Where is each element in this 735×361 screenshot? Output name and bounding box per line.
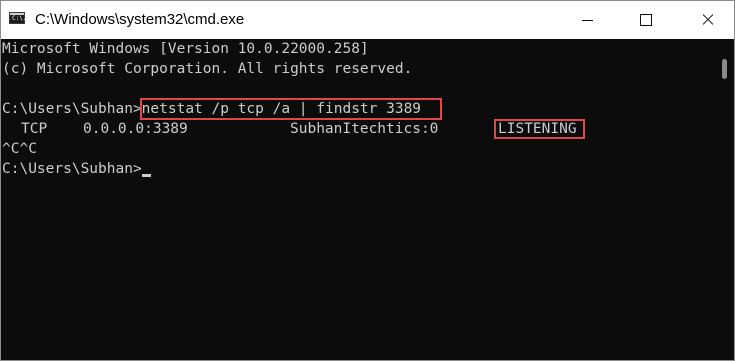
- state-highlight-box: [494, 119, 585, 139]
- vertical-scrollbar[interactable]: [715, 39, 734, 360]
- minimize-icon: [582, 20, 593, 21]
- result-local-address: 0.0.0.0:3389: [83, 121, 188, 137]
- cmd-app-icon[interactable]: C:\.: [9, 12, 27, 24]
- result-foreign-address: SubhanItechtics:0: [290, 121, 439, 137]
- title-bar[interactable]: C:\. C:\Windows\system32\cmd.exe: [1, 1, 734, 39]
- current-prompt-line[interactable]: C:\Users\Subhan>: [2, 159, 151, 179]
- prompt-text: C:\Users\Subhan>: [2, 161, 142, 177]
- maximize-button[interactable]: [623, 1, 669, 39]
- console-output[interactable]: Microsoft Windows [Version 10.0.22000.25…: [1, 39, 715, 360]
- scrollbar-thumb[interactable]: [722, 59, 727, 79]
- text-cursor: [141, 174, 151, 177]
- interrupt-line: ^C^C: [2, 141, 37, 157]
- result-proto: TCP: [21, 121, 48, 137]
- close-button[interactable]: [685, 1, 731, 39]
- command-highlight-box: [140, 98, 442, 120]
- cmd-window: C:\. C:\Windows\system32\cmd.exe Microso…: [0, 0, 735, 361]
- maximize-icon: [640, 14, 652, 26]
- minimize-button[interactable]: [565, 1, 611, 39]
- copyright-line: (c) Microsoft Corporation. All rights re…: [2, 61, 413, 77]
- window-title: C:\Windows\system32\cmd.exe: [35, 11, 245, 28]
- app-icon-text: C:\.: [12, 15, 27, 22]
- version-line: Microsoft Windows [Version 10.0.22000.25…: [2, 41, 369, 57]
